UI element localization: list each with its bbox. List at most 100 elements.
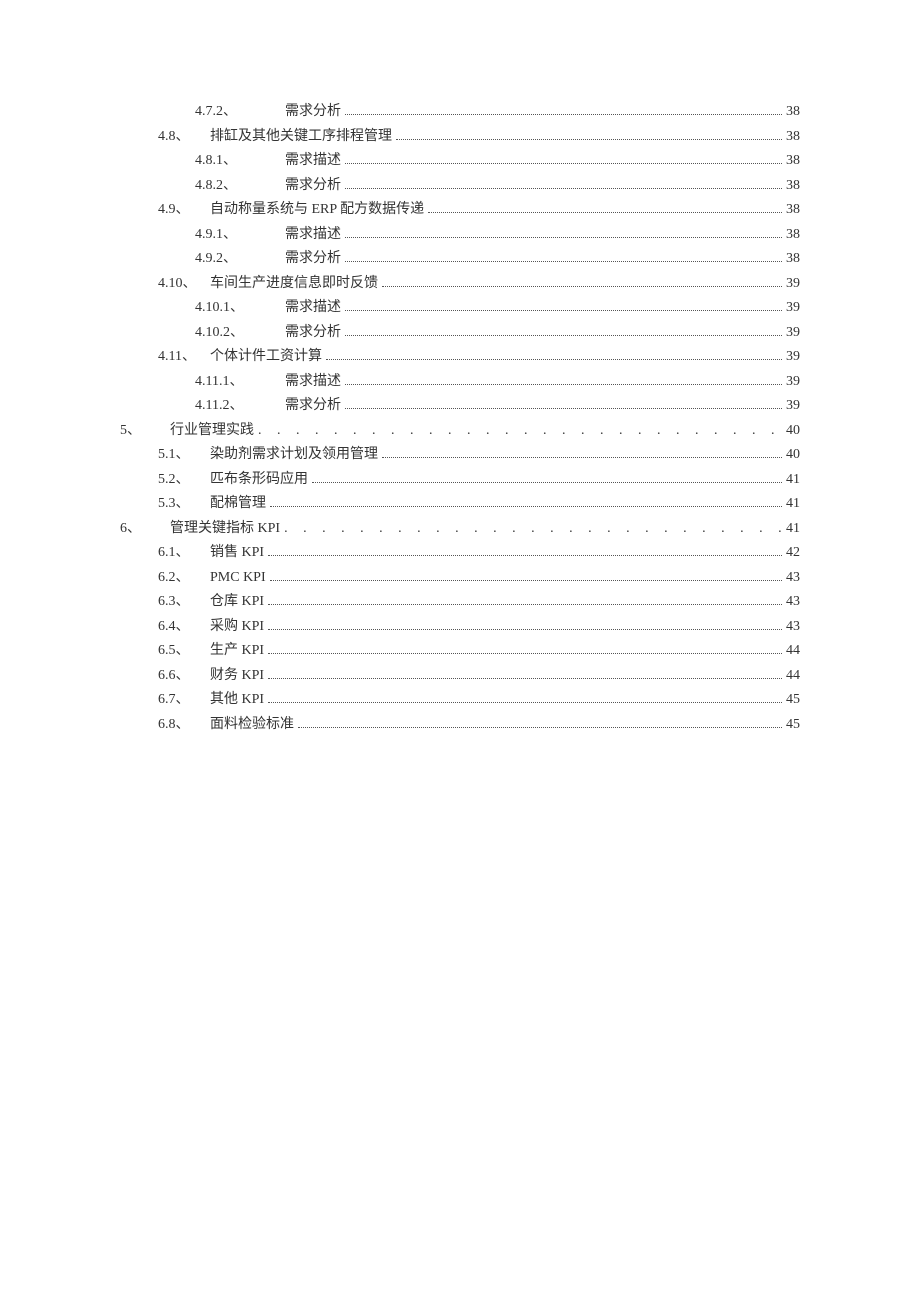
toc-number: 5.3、 [158,492,210,517]
toc-number: 4.7.2、 [195,100,285,125]
toc-leader-dots [268,604,782,605]
toc-title: 需求分析 [285,174,341,199]
toc-title: 匹布条形码应用 [210,468,308,493]
toc-page-number: 44 [786,639,800,664]
toc-title: 面料检验标准 [210,713,294,738]
toc-title: 需求分析 [285,247,341,272]
toc-leader-dots [268,678,782,679]
toc-number: 4.8.1、 [195,149,285,174]
toc-entry: 6.4、采购 KPI 43 [120,615,800,640]
toc-number: 6.7、 [158,688,210,713]
toc-entry: 4.8、排缸及其他关键工序排程管理38 [120,125,800,150]
toc-title: 仓库 KPI [210,590,264,615]
toc-number: 6、 [120,517,170,542]
table-of-contents: 4.7.2、需求分析384.8、排缸及其他关键工序排程管理384.8.1、需求描… [120,100,800,737]
toc-number: 6.8、 [158,713,210,738]
toc-entry: 4.8.1、需求描述38 [120,149,800,174]
toc-page-number: 39 [786,272,800,297]
toc-page-number: 38 [786,174,800,199]
toc-entry: 4.10.2、需求分析39 [120,321,800,346]
toc-entry: 6.1、销售 KPI 42 [120,541,800,566]
toc-entry: 4.9.1、需求描述38 [120,223,800,248]
toc-number: 6.2、 [158,566,210,591]
toc-entry: 6.5、生产 KPI 44 [120,639,800,664]
toc-page-number: 38 [786,247,800,272]
toc-page-number: 38 [786,100,800,125]
toc-leader-dots: . . . . . . . . . . . . . . . . . . . . … [284,517,782,542]
toc-leader-dots [345,114,782,115]
toc-entry: 6.6、财务 KPI44 [120,664,800,689]
toc-entry: 6.7、其他 KPI 45 [120,688,800,713]
toc-number: 4.10.2、 [195,321,285,346]
toc-title: 生产 KPI [210,639,264,664]
toc-page-number: 43 [786,615,800,640]
toc-number: 5.1、 [158,443,210,468]
toc-entry: 6、管理关键指标 KPI. . . . . . . . . . . . . . … [120,517,800,542]
toc-entry: 4.7.2、需求分析 38 [120,100,800,125]
toc-leader-dots [270,506,782,507]
toc-leader-dots [345,188,782,189]
toc-number: 4.9.2、 [195,247,285,272]
toc-title: 排缸及其他关键工序排程管理 [210,125,392,150]
toc-number: 6.1、 [158,541,210,566]
toc-leader-dots [345,384,782,385]
toc-number: 5、 [120,419,170,444]
toc-number: 4.11.1、 [195,370,285,395]
toc-leader-dots [345,408,782,409]
toc-number: 4.10.1、 [195,296,285,321]
toc-leader-dots [312,482,782,483]
toc-page-number: 41 [786,517,800,542]
toc-number: 4.10、 [158,272,210,297]
toc-title: 管理关键指标 KPI [170,517,280,542]
toc-page-number: 45 [786,688,800,713]
toc-leader-dots [268,653,782,654]
toc-leader-dots [268,629,782,630]
toc-page-number: 40 [786,419,800,444]
toc-title: 需求描述 [285,223,341,248]
toc-page-number: 45 [786,713,800,738]
toc-entry: 4.9.2、需求分析 38 [120,247,800,272]
toc-leader-dots: . . . . . . . . . . . . . . . . . . . . … [258,419,782,444]
toc-entry: 6.2、PMC KPI43 [120,566,800,591]
toc-title: 需求分析 [285,100,341,125]
toc-number: 6.6、 [158,664,210,689]
toc-entry: 6.8、面料检验标准 45 [120,713,800,738]
toc-leader-dots [345,261,782,262]
toc-page-number: 40 [786,443,800,468]
toc-leader-dots [268,702,782,703]
toc-number: 4.8.2、 [195,174,285,199]
toc-page-number: 42 [786,541,800,566]
toc-entry: 4.11.1、需求描述39 [120,370,800,395]
toc-title: 需求分析 [285,321,341,346]
toc-title: 需求描述 [285,149,341,174]
toc-page-number: 39 [786,370,800,395]
toc-page-number: 41 [786,492,800,517]
toc-title: 需求描述 [285,296,341,321]
toc-title: 车间生产进度信息即时反馈 [210,272,378,297]
toc-leader-dots [382,457,782,458]
toc-leader-dots [326,359,782,360]
toc-title: 财务 KPI [210,664,264,689]
toc-entry: 4.10.1、需求描述39 [120,296,800,321]
toc-title: 行业管理实践 [170,419,254,444]
toc-title: 需求分析 [285,394,341,419]
toc-number: 6.4、 [158,615,210,640]
toc-title: 个体计件工资计算 [210,345,322,370]
toc-entry: 5、行业管理实践. . . . . . . . . . . . . . . . … [120,419,800,444]
toc-title: 销售 KPI [210,541,264,566]
toc-title: 采购 KPI [210,615,264,640]
toc-leader-dots [345,163,782,164]
toc-title: 染助剂需求计划及领用管理 [210,443,378,468]
toc-number: 4.8、 [158,125,210,150]
toc-number: 4.11.2、 [195,394,285,419]
toc-leader-dots [396,139,782,140]
toc-page-number: 39 [786,345,800,370]
toc-leader-dots [428,212,782,213]
toc-page-number: 41 [786,468,800,493]
toc-entry: 4.8.2、需求分析 38 [120,174,800,199]
toc-leader-dots [270,580,782,581]
toc-number: 6.3、 [158,590,210,615]
toc-number: 6.5、 [158,639,210,664]
toc-leader-dots [345,335,782,336]
toc-title: 其他 KPI [210,688,264,713]
